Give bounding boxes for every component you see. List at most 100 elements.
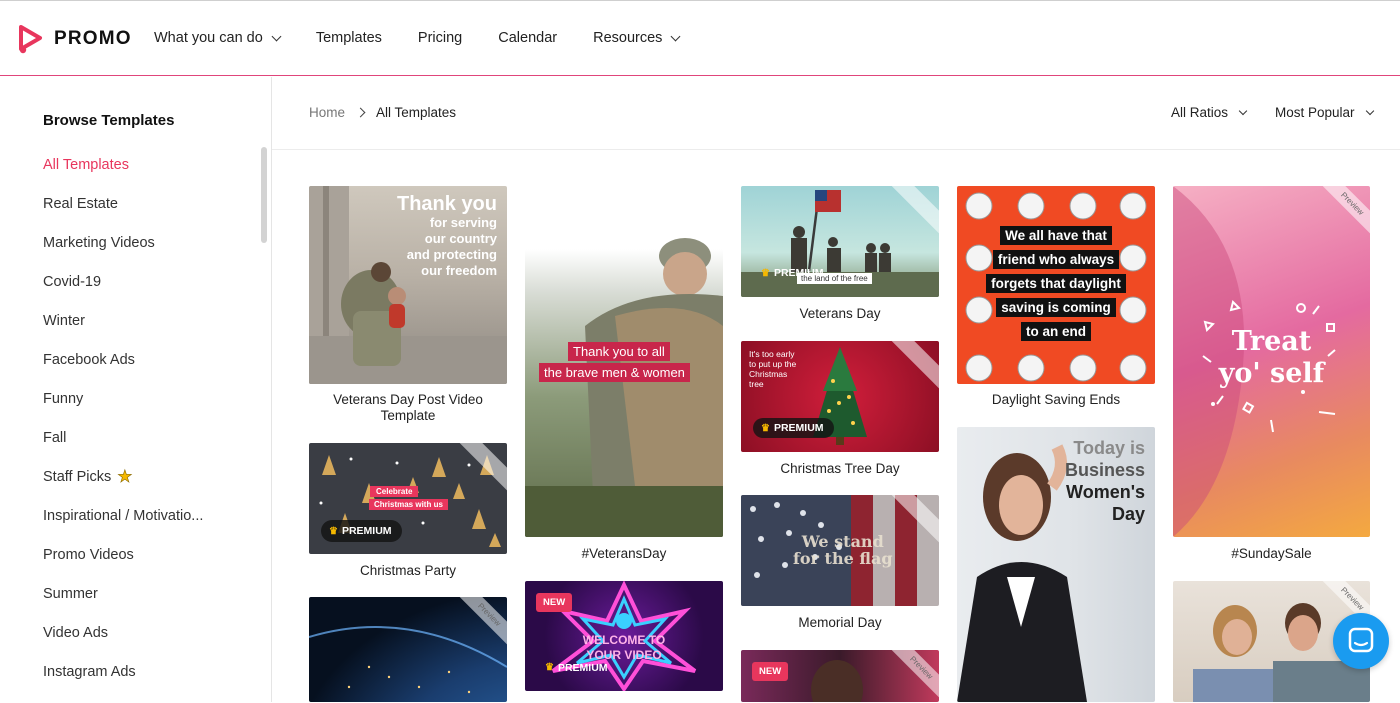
sidebar-item-covid-19[interactable]: Covid-19 — [43, 274, 203, 313]
ratio-filter-label: All Ratios — [1171, 105, 1229, 120]
nav-label: Resources — [593, 30, 663, 46]
top-navigation-bar: PROMO What you can do Templates Pricing … — [0, 0, 1400, 76]
premium-badge: ♛ PREMIUM — [753, 418, 834, 438]
template-caption: Memorial Day — [798, 615, 882, 630]
breadcrumb: Home All Templates — [309, 105, 456, 120]
overlay-text: tree — [749, 379, 764, 389]
sidebar-item-staff-picks[interactable]: Staff Picks ★ — [43, 467, 203, 508]
nav-calendar[interactable]: Calendar — [498, 30, 557, 46]
template-caption: #SundaySale — [1231, 546, 1312, 561]
nav-label: What you can do — [154, 30, 263, 46]
template-thumbnail: Preview — [309, 597, 507, 702]
star-icon: ★ — [117, 467, 133, 486]
overlay-text: friend who always — [992, 250, 1120, 269]
template-caption: Veterans Day — [799, 306, 881, 321]
template-caption: Christmas Tree Day — [780, 461, 900, 476]
sidebar-title: Browse Templates — [43, 112, 175, 129]
overlay-text: Christmas — [749, 369, 788, 379]
sidebar-item-promo-videos[interactable]: Promo Videos — [43, 547, 203, 586]
content-header: Home All Templates All Ratios Most Popul… — [272, 77, 1400, 150]
sidebar-item-marketing-videos[interactable]: Marketing Videos — [43, 235, 203, 274]
overlay-text: forgets that daylight — [986, 274, 1126, 293]
overlay-text: We all have that — [1000, 226, 1112, 245]
new-badge: NEW — [752, 662, 789, 681]
sort-dropdown[interactable]: Most Popular — [1275, 105, 1374, 120]
sidebar-item-label: Staff Picks — [43, 469, 112, 485]
nav-label: Templates — [315, 30, 382, 46]
brand-name: PROMO — [54, 28, 132, 49]
category-list: All Templates Real Estate Marketing Vide… — [43, 157, 203, 703]
template-thumbnail: the land of the free ♛ PREMIUM — [741, 186, 939, 297]
overlay-text: our country — [424, 231, 497, 246]
sidebar-item-funny[interactable]: Funny — [43, 391, 203, 430]
breadcrumb-home[interactable]: Home — [309, 105, 345, 120]
premium-badge: ♛ PREMIUM — [753, 264, 834, 282]
breadcrumb-current: All Templates — [376, 105, 457, 120]
overlay-text: to put up the — [749, 359, 797, 369]
main-nav: What you can do Templates Pricing Calend… — [154, 30, 715, 46]
promo-logo-icon — [18, 24, 46, 54]
overlay-text: the brave men & women — [539, 363, 690, 382]
template-thumbnail: Today is Business Women's Day — [957, 427, 1155, 702]
soldier-walking-photo — [525, 186, 723, 537]
template-thumbnail: Thank you for serving our country and pr… — [309, 186, 507, 384]
template-thumbnail: We stand for the flag — [741, 495, 939, 606]
template-caption: Veterans Day Post Video Template — [333, 392, 483, 423]
template-caption: Christmas Party — [359, 563, 457, 578]
overlay-text: Thank you to all — [568, 342, 670, 361]
chevron-down-icon — [670, 31, 681, 41]
sort-label: Most Popular — [1275, 105, 1355, 120]
new-badge: NEW — [536, 593, 573, 612]
template-thumbnail: Treat yo' self Preview — [1173, 186, 1370, 537]
premium-label: PREMIUM — [557, 661, 608, 674]
nav-resources[interactable]: Resources — [593, 30, 681, 46]
template-thumbnail: Thank you to all the brave men & women — [525, 186, 723, 537]
template-thumbnail: It's too early to put up the Christmas t… — [741, 341, 939, 452]
sidebar-item-all-templates[interactable]: All Templates — [43, 157, 203, 196]
template-thumbnail: We all have that friend who always forge… — [957, 186, 1155, 384]
template-thumbnail: WELCOME TO YOUR VIDEO NEW ♛ PREMIUM — [525, 581, 723, 691]
overlay-text: Christmas with us — [369, 499, 448, 510]
overlay-text: for serving — [429, 215, 497, 230]
nav-pricing[interactable]: Pricing — [418, 30, 462, 46]
sidebar-item-real-estate[interactable]: Real Estate — [43, 196, 203, 235]
sidebar-item-fall[interactable]: Fall — [43, 430, 203, 469]
sidebar-item-inspirational[interactable]: Inspirational / Motivatio... — [43, 508, 203, 547]
overlay-text: Treat — [1231, 326, 1312, 357]
overlay-text: Thank you — [396, 193, 497, 215]
premium-label: PREMIUM — [341, 525, 392, 537]
overlay-text: Today is — [1073, 438, 1145, 458]
template-caption: Daylight Saving Ends — [991, 392, 1121, 407]
overlay-text: Women's — [1066, 482, 1145, 502]
chevron-right-icon — [355, 107, 366, 118]
nav-templates[interactable]: Templates — [316, 30, 382, 46]
overlay-text: We stand — [801, 532, 884, 551]
chat-icon — [1348, 627, 1374, 653]
overlay-text: Celebrate — [370, 486, 419, 497]
nav-label: Pricing — [417, 30, 463, 46]
promo-logo[interactable]: PROMO — [18, 24, 132, 54]
overlay-text: It's too early — [749, 349, 795, 359]
sidebar-item-summer[interactable]: Summer — [43, 586, 203, 625]
nav-what-you-can-do[interactable]: What you can do — [154, 30, 282, 46]
premium-badge: ♛ PREMIUM — [537, 658, 618, 677]
sidebar-scrollbar[interactable] — [261, 147, 267, 243]
overlay-text: yo' self — [1218, 358, 1325, 389]
overlay-text: Business — [1064, 460, 1145, 480]
chevron-down-icon — [1238, 106, 1248, 115]
chat-widget-button[interactable] — [1333, 613, 1389, 669]
overlay-text: and protecting — [406, 247, 497, 262]
overlay-text: Day — [1111, 504, 1145, 524]
sidebar-item-video-ads[interactable]: Video Ads — [43, 625, 203, 664]
premium-badge: ♛ PREMIUM — [321, 520, 402, 542]
premium-label: PREMIUM — [773, 422, 824, 434]
template-thumbnail: NEW Preview — [741, 650, 939, 702]
nav-label: Calendar — [498, 30, 558, 46]
chevron-down-icon — [1365, 106, 1374, 115]
sidebar-item-winter[interactable]: Winter — [43, 313, 203, 352]
premium-label: PREMIUM — [773, 267, 824, 279]
sidebar-item-instagram-ads[interactable]: Instagram Ads — [43, 664, 203, 703]
sidebar-item-facebook-ads[interactable]: Facebook Ads — [43, 352, 203, 391]
ratio-filter-dropdown[interactable]: All Ratios — [1171, 105, 1248, 120]
crown-icon: ♛ — [545, 662, 554, 673]
